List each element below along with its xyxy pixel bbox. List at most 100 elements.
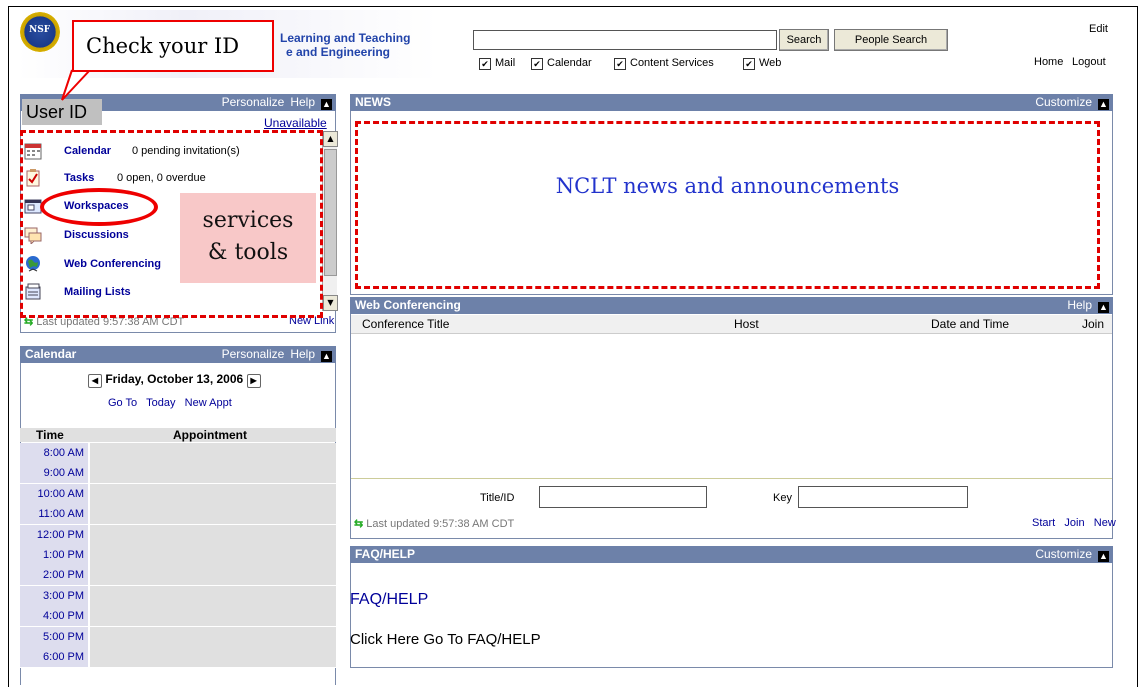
calendar-time-row[interactable]: 10:00 AM: [20, 483, 336, 505]
checkbox-mail[interactable]: ✔ Mail: [479, 57, 515, 70]
minimize-icon[interactable]: ▲: [321, 99, 332, 110]
new-appt-link[interactable]: New Appt: [185, 397, 232, 409]
time-label[interactable]: 2:00 PM: [20, 565, 88, 586]
calendar-time-row[interactable]: 6:00 PM: [20, 647, 336, 668]
news-header: NEWS Customize ▲: [350, 94, 1113, 111]
home-link[interactable]: Home: [1034, 56, 1063, 68]
goto-link[interactable]: Go To: [108, 397, 137, 409]
customize-link[interactable]: Customize: [1035, 547, 1092, 561]
appointment-slot[interactable]: [90, 606, 336, 627]
calendar-header: Calendar Personalize Help ▲: [20, 346, 336, 363]
appointment-slot[interactable]: [90, 585, 336, 606]
time-label[interactable]: 11:00 AM: [20, 504, 88, 525]
scroll-thumb[interactable]: [324, 149, 337, 276]
faq-panel: [350, 563, 1113, 668]
title-id-input[interactable]: [539, 486, 707, 508]
time-label[interactable]: 1:00 PM: [20, 545, 88, 565]
check-id-callout: Check your ID: [72, 20, 274, 72]
logout-link[interactable]: Logout: [1072, 56, 1106, 68]
key-label: Key: [773, 492, 792, 504]
webconf-panel: [350, 314, 1113, 539]
refresh-icon[interactable]: ⇆: [354, 518, 363, 530]
news-highlight: [355, 121, 1100, 289]
calendar-column-header: Time Appointment: [20, 428, 336, 442]
appointment-slot[interactable]: [90, 483, 336, 504]
time-label[interactable]: 8:00 AM: [20, 443, 88, 463]
join-link[interactable]: Join: [1064, 517, 1084, 529]
org-name-line1: Learning and Teaching: [280, 31, 411, 45]
webconf-last-updated: ⇆ Last updated 9:57:38 AM CDT: [354, 518, 515, 530]
appointment-slot[interactable]: [90, 647, 336, 667]
help-link[interactable]: Help: [290, 95, 315, 109]
user-id-label: User ID: [22, 99, 102, 125]
calendar-time-row[interactable]: 5:00 PM: [20, 626, 336, 648]
minimize-icon[interactable]: ▲: [1098, 99, 1109, 110]
search-input[interactable]: [473, 30, 777, 50]
personalize-link[interactable]: Personalize: [222, 95, 285, 109]
appointment-slot[interactable]: [90, 545, 336, 565]
prev-day-icon[interactable]: ◀: [88, 374, 102, 388]
checkbox-icon[interactable]: ✔: [743, 58, 755, 70]
time-label[interactable]: 6:00 PM: [20, 647, 88, 667]
time-label[interactable]: 4:00 PM: [20, 606, 88, 627]
faq-link[interactable]: Click Here Go To FAQ/HELP: [350, 631, 541, 648]
checkbox-web[interactable]: ✔ Web: [743, 57, 781, 70]
customize-link[interactable]: Customize: [1035, 95, 1092, 109]
calendar-time-row[interactable]: 1:00 PM: [20, 545, 336, 566]
key-input[interactable]: [798, 486, 968, 508]
checkbox-content-services[interactable]: ✔ Content Services: [614, 57, 714, 70]
service-scrollbar[interactable]: ▲ ▼: [322, 131, 338, 311]
time-label[interactable]: 3:00 PM: [20, 585, 88, 606]
webconf-column-header: Conference Title Host Date and Time Join: [351, 315, 1112, 334]
calendar-time-row[interactable]: 11:00 AM: [20, 504, 336, 526]
status-link[interactable]: Unavailable: [264, 116, 327, 130]
calendar-time-row[interactable]: 12:00 PM: [20, 524, 336, 546]
appointment-slot[interactable]: [90, 463, 336, 484]
start-link[interactable]: Start: [1032, 517, 1055, 529]
calendar-date-nav: ◀ Friday, October 13, 2006 ▶: [88, 372, 261, 388]
search-button[interactable]: Search: [779, 29, 829, 51]
time-label[interactable]: 9:00 AM: [20, 463, 88, 484]
checkbox-icon[interactable]: ✔: [614, 58, 626, 70]
personalize-link[interactable]: Personalize: [222, 347, 285, 361]
checkbox-icon[interactable]: ✔: [479, 58, 491, 70]
calendar-time-row[interactable]: 3:00 PM: [20, 585, 336, 607]
help-link[interactable]: Help: [290, 347, 315, 361]
calendar-actions: Go To Today New Appt: [108, 397, 232, 409]
appointment-slot[interactable]: [90, 504, 336, 525]
calendar-time-row[interactable]: 2:00 PM: [20, 565, 336, 587]
minimize-icon[interactable]: ▲: [321, 351, 332, 362]
checkbox-icon[interactable]: ✔: [531, 58, 543, 70]
appointment-slot[interactable]: [90, 524, 336, 545]
people-search-button[interactable]: People Search: [834, 29, 948, 51]
appointment-slot[interactable]: [90, 565, 336, 586]
edit-link[interactable]: Edit: [1089, 23, 1108, 35]
minimize-icon[interactable]: ▲: [1098, 302, 1109, 313]
minimize-icon[interactable]: ▲: [1098, 551, 1109, 562]
time-label[interactable]: 12:00 PM: [20, 524, 88, 545]
calendar-time-row[interactable]: 8:00 AM: [20, 443, 336, 464]
news-annotation: NCLT news and announcements: [555, 174, 900, 198]
calendar-time-row[interactable]: 9:00 AM: [20, 463, 336, 485]
scroll-down-icon[interactable]: ▼: [323, 295, 338, 311]
calendar-date: Friday, October 13, 2006: [105, 372, 244, 386]
callout-pointer: [61, 69, 91, 101]
org-name-line2: e and Engineering: [286, 45, 391, 59]
next-day-icon[interactable]: ▶: [246, 374, 261, 388]
nsf-logo: NSF: [20, 12, 60, 52]
appointment-slot[interactable]: [90, 443, 336, 463]
today-link[interactable]: Today: [146, 397, 175, 409]
calendar-time-row[interactable]: 4:00 PM: [20, 606, 336, 628]
workspaces-highlight: [40, 188, 158, 226]
checkbox-calendar[interactable]: ✔ Calendar: [531, 57, 592, 70]
help-link[interactable]: Help: [1067, 298, 1092, 312]
time-label[interactable]: 5:00 PM: [20, 626, 88, 647]
webconf-header: Web Conferencing Help ▲: [350, 297, 1113, 314]
divider: [351, 478, 1112, 479]
services-annotation: services & tools: [180, 193, 316, 283]
new-conf-link[interactable]: New: [1094, 517, 1116, 529]
scroll-up-icon[interactable]: ▲: [323, 131, 338, 147]
appointment-slot[interactable]: [90, 626, 336, 647]
faq-header: FAQ/HELP Customize ▲: [350, 546, 1113, 563]
time-label[interactable]: 10:00 AM: [20, 483, 88, 504]
